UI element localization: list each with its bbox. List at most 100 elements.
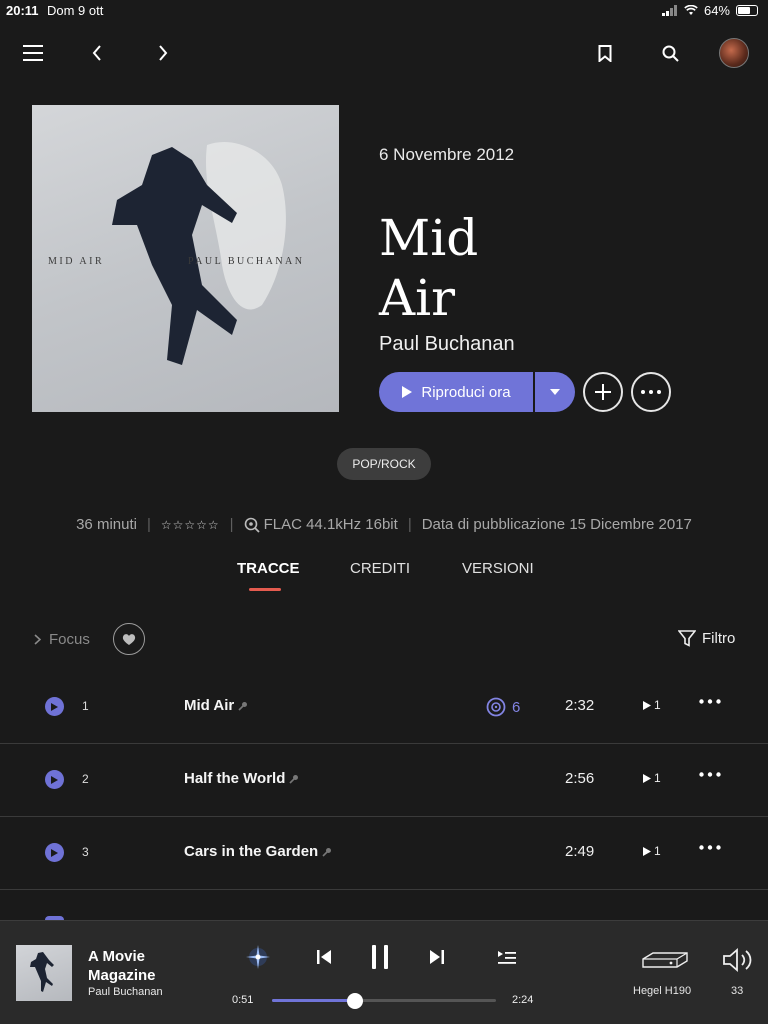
play-icon — [402, 386, 413, 398]
release-date: 6 Novembre 2012 — [379, 145, 515, 164]
track-disc: 1 — [643, 844, 661, 858]
now-playing-artist[interactable]: Paul Buchanan — [88, 986, 163, 998]
plus-icon — [595, 384, 611, 400]
star-rating[interactable]: ☆☆☆☆☆ — [161, 518, 220, 532]
album-meta: 36 minuti | ☆☆☆☆☆ | FLAC 44.1kHz 16bit |… — [0, 516, 768, 533]
tab-crediti[interactable]: CREDITI — [350, 560, 410, 577]
track-play-button[interactable] — [45, 697, 64, 716]
album-title-line2: Air — [379, 269, 456, 327]
track-disc: 1 — [643, 698, 661, 712]
publication-date: Data di pubblicazione 15 Dicembre 2017 — [421, 516, 692, 533]
sparkle-icon[interactable] — [244, 943, 272, 971]
status-bar: 20:11 Dom 9 ott 64% — [0, 0, 768, 22]
filter-button[interactable]: Filtro — [678, 630, 735, 647]
track-plays: 6 — [486, 697, 520, 717]
skip-previous-icon[interactable] — [315, 948, 333, 966]
track-title[interactable]: Cars in the Garden — [184, 843, 332, 860]
play-icon — [51, 775, 58, 784]
queue-icon[interactable] — [497, 949, 517, 965]
album-artist[interactable]: Paul Buchanan — [379, 333, 515, 356]
audio-format: FLAC 44.1kHz 16bit — [263, 516, 398, 533]
track-disc-number: 1 — [654, 771, 661, 785]
battery-fill — [738, 7, 750, 14]
menu-icon[interactable] — [20, 40, 46, 66]
track-duration: 2:49 — [565, 843, 595, 860]
output-device[interactable]: Hegel H190 — [633, 985, 691, 997]
album-cover: MID AIR PAUL BUCHANAN — [32, 105, 339, 412]
elapsed-time: 0:51 — [232, 994, 254, 1006]
progress-handle[interactable] — [346, 993, 363, 1009]
meta-divider: | — [146, 516, 151, 533]
skip-next-icon[interactable] — [428, 948, 446, 966]
now-playing-title[interactable]: A Movie Magazine — [88, 947, 198, 985]
track-row[interactable]: 1 Mid Air 6 2:32 1 — [0, 671, 768, 744]
heart-icon — [122, 633, 136, 645]
status-right: 64% — [661, 3, 758, 18]
battery-icon — [736, 5, 758, 16]
signal-icon — [661, 5, 677, 16]
amplifier-icon[interactable] — [641, 951, 689, 969]
meta-divider: | — [229, 516, 234, 533]
volume-icon[interactable] — [722, 948, 754, 972]
track-more-icon[interactable] — [699, 845, 721, 850]
track-row[interactable]: 3 Cars in the Garden 2:49 1 — [0, 817, 768, 890]
album-title-line1: Mid — [379, 209, 479, 267]
add-to-library-button[interactable] — [583, 372, 623, 412]
play-now-label: Riproduci ora — [421, 383, 511, 401]
track-disc-number: 1 — [654, 844, 661, 858]
status-time: 20:11 — [6, 3, 39, 18]
hires-icon — [244, 517, 260, 533]
progress-fill — [272, 999, 355, 1002]
volume-level[interactable]: 33 — [731, 985, 743, 997]
track-number: 3 — [82, 845, 89, 859]
album-duration: 36 minuti — [76, 516, 137, 533]
track-more-icon[interactable] — [699, 699, 721, 704]
bookmark-icon[interactable] — [594, 40, 616, 66]
meta-divider: | — [407, 516, 412, 533]
track-plays-count: 6 — [512, 698, 521, 716]
cover-artist-text: PAUL BUCHANAN — [188, 256, 305, 267]
album-title: Mid Air — [379, 208, 579, 328]
now-playing-cover[interactable] — [16, 945, 72, 1001]
track-title-text: Half the World — [184, 770, 286, 787]
chevron-right-icon — [34, 634, 41, 645]
status-date: Dom 9 ott — [47, 3, 104, 18]
play-disc-icon — [643, 700, 651, 710]
forward-icon[interactable] — [152, 40, 174, 66]
back-icon[interactable] — [86, 40, 108, 66]
play-now-button[interactable]: Riproduci ora — [379, 372, 533, 412]
microphone-icon — [322, 847, 332, 857]
focus-toggle[interactable]: Focus — [34, 631, 90, 648]
track-duration: 2:32 — [565, 697, 595, 714]
play-options-dropdown[interactable] — [535, 372, 575, 412]
play-disc-icon — [643, 773, 651, 783]
play-icon — [51, 848, 58, 857]
favorite-button[interactable] — [113, 623, 145, 655]
microphone-icon — [238, 701, 248, 711]
track-title[interactable]: Mid Air — [184, 697, 248, 714]
tab-tracce[interactable]: TRACCE — [237, 560, 300, 577]
track-duration: 2:56 — [565, 770, 595, 787]
progress-slider[interactable] — [272, 993, 496, 1009]
track-play-button[interactable] — [45, 843, 64, 862]
pause-icon[interactable] — [369, 944, 391, 970]
more-horizontal-icon — [641, 390, 661, 394]
more-options-button[interactable] — [631, 372, 671, 412]
track-title[interactable]: Half the World — [184, 770, 299, 787]
track-title-text: Mid Air — [184, 697, 235, 714]
track-more-icon[interactable] — [699, 772, 721, 777]
track-play-button[interactable] — [45, 770, 64, 789]
search-icon[interactable] — [658, 40, 682, 66]
album-tabs: TRACCE CREDITI VERSIONI — [0, 560, 768, 592]
focus-label: Focus — [49, 631, 90, 648]
filter-icon — [678, 630, 696, 647]
caret-down-icon — [550, 389, 560, 395]
genre-chip[interactable]: POP/ROCK — [337, 448, 431, 480]
active-tab-indicator — [249, 588, 281, 591]
track-row[interactable]: 2 Half the World 2:56 1 — [0, 744, 768, 817]
track-title-text: Cars in the Garden — [184, 843, 319, 860]
remaining-time: 2:24 — [512, 994, 534, 1006]
microphone-icon — [289, 774, 299, 784]
tab-versioni[interactable]: VERSIONI — [462, 560, 534, 577]
avatar[interactable] — [719, 38, 749, 68]
